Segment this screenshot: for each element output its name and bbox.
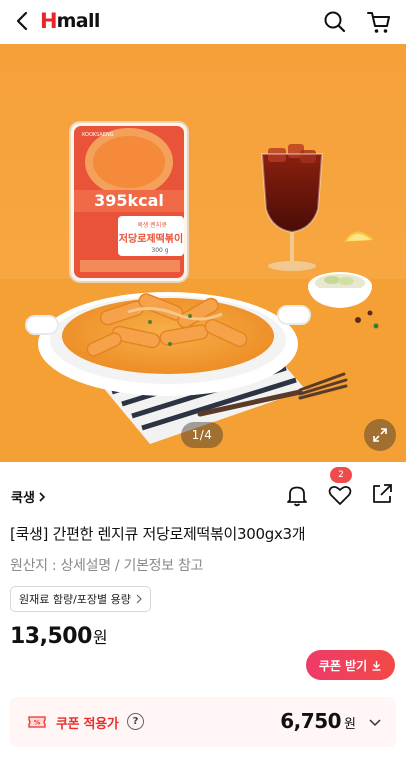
- product-price: 13,500 원: [10, 624, 108, 649]
- image-counter: 1/4: [181, 422, 223, 448]
- product-title: [쿡생] 간편한 렌지큐 저당로제떡볶이300gx3개: [10, 525, 306, 543]
- top-header: H mall: [0, 0, 406, 44]
- share-icon[interactable]: [369, 481, 395, 507]
- help-icon[interactable]: ?: [127, 713, 144, 730]
- bell-icon[interactable]: [284, 482, 310, 508]
- price-currency: 원: [92, 628, 108, 647]
- coupon-price-currency: 원: [344, 717, 356, 732]
- svg-text:%: %: [34, 719, 41, 727]
- logo-text: mall: [56, 10, 101, 32]
- search-icon[interactable]: [320, 7, 350, 37]
- package-box: 395kcal 쿡생 렌지큐 저당로제떡볶이 300 g KOOKSAENG: [69, 121, 189, 283]
- product-photo: 395kcal 쿡생 렌지큐 저당로제떡볶이 300 g KOOKSAENG: [0, 44, 406, 462]
- coupon-price: 6,750 원: [280, 709, 356, 733]
- svg-text:300 g: 300 g: [151, 247, 168, 254]
- logo-letter: H: [40, 9, 58, 33]
- chevron-right-icon: [136, 594, 142, 604]
- chevron-right-icon: [39, 491, 46, 502]
- download-icon: [372, 660, 381, 671]
- get-coupon-button[interactable]: 쿠폰 받기: [306, 650, 395, 680]
- coupon-icon: %: [28, 716, 46, 728]
- get-coupon-label: 쿠폰 받기: [318, 658, 368, 673]
- cart-icon[interactable]: [364, 7, 394, 37]
- capacity-info-button[interactable]: 원재료 함량/포장별 용량: [10, 586, 151, 612]
- expand-image-button[interactable]: [364, 419, 396, 451]
- brand-link[interactable]: 쿡생: [11, 487, 46, 506]
- origin-info: 원산지 : 상세설명 / 기본정보 참고: [10, 558, 204, 574]
- brand-name: 쿡생: [11, 491, 35, 506]
- heart-icon[interactable]: [326, 481, 354, 509]
- coupon-price-label: 쿠폰 적용가: [56, 717, 119, 732]
- coupon-price-panel[interactable]: % 쿠폰 적용가 ? 6,750 원: [10, 697, 396, 747]
- capacity-info-label: 원재료 함량/포장별 용량: [19, 593, 131, 606]
- expand-icon: [373, 428, 387, 442]
- svg-text:KOOKSAENG: KOOKSAENG: [82, 132, 114, 138]
- coupon-price-value: 6,750: [280, 709, 342, 733]
- price-value: 13,500: [10, 624, 92, 649]
- product-image-gallery[interactable]: 395kcal 쿡생 렌지큐 저당로제떡볶이 300 g KOOKSAENG: [0, 44, 406, 462]
- svg-text:쿡생 렌지큐: 쿡생 렌지큐: [137, 221, 167, 229]
- svg-text:저당로제떡볶이: 저당로제떡볶이: [119, 232, 183, 245]
- back-icon[interactable]: [8, 6, 38, 36]
- svg-text:395kcal: 395kcal: [94, 191, 164, 210]
- chevron-down-icon[interactable]: [368, 716, 382, 730]
- hmall-logo[interactable]: H mall: [40, 8, 100, 34]
- like-count-badge: 2: [330, 467, 352, 483]
